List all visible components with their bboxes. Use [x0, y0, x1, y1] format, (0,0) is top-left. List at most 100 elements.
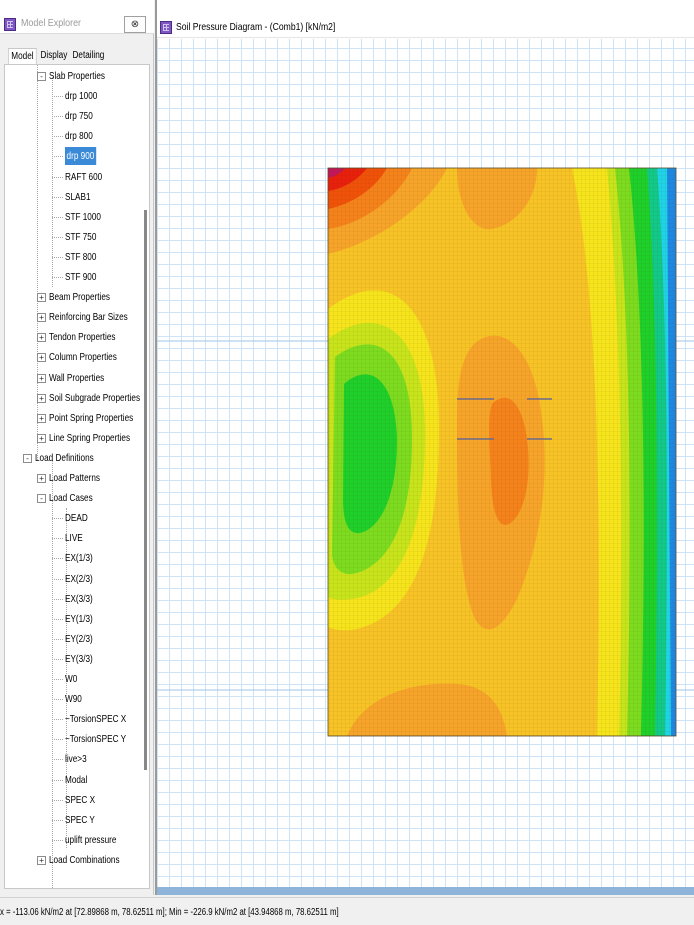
tree-connector: [52, 77, 53, 287]
tree-connector: [52, 460, 53, 888]
expand-icon[interactable]: +: [37, 353, 46, 363]
tree-connector: [52, 156, 63, 158]
tree-item[interactable]: EY(1/3): [65, 610, 93, 628]
tree-item[interactable]: Soil Subgrade Properties: [49, 389, 140, 407]
expand-icon[interactable]: +: [37, 855, 46, 865]
tree-connector: [52, 598, 63, 600]
tree-item[interactable]: EX(2/3): [65, 570, 93, 588]
diagram-canvas[interactable]: [157, 39, 694, 889]
tree-item[interactable]: Column Properties: [49, 348, 117, 366]
tree-connector: [52, 558, 63, 560]
tree-connector: [52, 819, 63, 821]
canvas-bottom-edge: [157, 887, 694, 895]
tree-item[interactable]: Tendon Properties: [49, 328, 115, 346]
mesh-overlay: [328, 168, 676, 736]
status-text: x = -113.06 kN/m2 at [72.89868 m, 78.625…: [0, 907, 339, 918]
tree-connector: [52, 638, 63, 640]
tree-item[interactable]: drp 750: [65, 107, 93, 125]
explorer-titlebar: Model Explorer ⊗: [0, 0, 154, 34]
explorer-tabs: Model Display Detailing: [0, 48, 154, 64]
tree-connector: [52, 739, 63, 741]
tree-item[interactable]: Line Spring Properties: [49, 429, 130, 447]
tree-connector: [52, 699, 63, 701]
tree-item[interactable]: Load Patterns: [49, 469, 100, 487]
tree-item[interactable]: RAFT 600: [65, 168, 102, 186]
expand-icon[interactable]: +: [37, 313, 46, 323]
tree-item[interactable]: ~TorsionSPEC X: [65, 710, 126, 728]
tree-connector: [52, 116, 63, 118]
expand-icon[interactable]: +: [37, 433, 46, 443]
tab-detailing[interactable]: Detailing: [70, 48, 107, 64]
diagram-title: Soil Pressure Diagram - (Comb1) [kN/m2]: [176, 21, 336, 33]
tree-connector: [52, 679, 63, 680]
tree-item[interactable]: EY(2/3): [65, 630, 93, 648]
tree-item[interactable]: drp 900: [65, 147, 96, 166]
tree-connector: [52, 578, 63, 580]
soil-pressure-contour-plot[interactable]: [157, 39, 694, 889]
tree-item[interactable]: Beam Properties: [49, 288, 110, 306]
tree-item[interactable]: W0: [65, 670, 77, 688]
diagram-titlebar: Soil Pressure Diagram - (Comb1) [kN/m2]: [157, 0, 694, 38]
tree-item[interactable]: live>3: [65, 750, 87, 768]
expand-icon[interactable]: +: [37, 474, 46, 483]
close-icon: ⊗: [130, 19, 140, 30]
tree-connector: [52, 719, 63, 721]
tree-connector: [52, 759, 63, 761]
tree-item[interactable]: STF 750: [65, 228, 96, 246]
tree-connector: [52, 236, 63, 238]
expand-icon[interactable]: +: [37, 413, 46, 423]
collapse-icon[interactable]: -: [37, 494, 46, 504]
app-icon: [4, 18, 16, 31]
tree-item[interactable]: Point Spring Properties: [49, 409, 133, 427]
tree-item[interactable]: Slab Properties: [49, 67, 105, 85]
tree-item[interactable]: SLAB1: [65, 188, 91, 206]
expand-icon[interactable]: +: [37, 333, 46, 343]
tree-item[interactable]: STF 800: [65, 248, 96, 266]
model-tree: - Slab Properties drp 1000 drp 750 drp 800 dr…: [4, 64, 150, 889]
tree-item[interactable]: STF 1000: [65, 208, 101, 226]
tree-connector: [52, 176, 63, 178]
tree-item[interactable]: ~TorsionSPEC Y: [65, 730, 126, 748]
tree-connector: [52, 96, 63, 98]
tree-item[interactable]: uplift pressure: [65, 831, 116, 849]
expand-icon[interactable]: +: [37, 393, 46, 403]
tree-item[interactable]: Load Cases: [49, 489, 93, 507]
tree-connector: [52, 136, 63, 138]
tree-item[interactable]: Reinforcing Bar Sizes: [49, 308, 128, 326]
model-explorer-panel: Model Explorer ⊗ Model Display Detailing…: [0, 0, 154, 895]
tree-connector: [52, 538, 63, 540]
tree-item[interactable]: STF 900: [65, 268, 96, 286]
collapse-icon[interactable]: -: [37, 72, 46, 81]
tree-item[interactable]: EX(3/3): [65, 590, 93, 608]
tree-connector: [52, 658, 63, 660]
tree-item[interactable]: SPEC X: [65, 791, 95, 809]
expand-icon[interactable]: +: [37, 373, 46, 383]
tree-item[interactable]: LIVE: [65, 529, 83, 547]
collapse-icon[interactable]: -: [23, 453, 32, 463]
tree-connector: [52, 216, 63, 218]
tree-connector: [52, 277, 63, 278]
tree-connector: [52, 799, 63, 801]
window-icon: [160, 21, 172, 34]
soil-pressure-diagram-window: Soil Pressure Diagram - (Comb1) [kN/m2]: [155, 0, 694, 895]
tree-item[interactable]: EY(3/3): [65, 650, 93, 668]
tree-item[interactable]: drp 1000: [65, 87, 97, 105]
tree-item[interactable]: Load Definitions: [35, 449, 94, 467]
expand-icon[interactable]: +: [37, 293, 46, 303]
tree-item[interactable]: Modal: [65, 771, 87, 789]
tab-display[interactable]: Display: [38, 48, 70, 64]
tree-item[interactable]: W90: [65, 690, 82, 708]
tree-item[interactable]: drp 800: [65, 127, 93, 145]
status-bar: x = -113.06 kN/m2 at [72.89868 m, 78.625…: [0, 897, 694, 925]
tree-connector: [52, 618, 63, 620]
tree-item[interactable]: SPEC Y: [65, 811, 95, 829]
tree-item[interactable]: EX(1/3): [65, 549, 93, 567]
close-panel-button[interactable]: ⊗: [124, 16, 146, 33]
tree-item[interactable]: Wall Properties: [49, 369, 104, 387]
tab-model[interactable]: Model: [8, 48, 37, 64]
tree-item[interactable]: DEAD: [65, 509, 88, 527]
tree-vertical-scrollbar[interactable]: [144, 210, 147, 770]
tree-connector: [52, 256, 63, 258]
slab-contours: [328, 168, 676, 736]
tree-item[interactable]: Load Combinations: [49, 851, 120, 869]
